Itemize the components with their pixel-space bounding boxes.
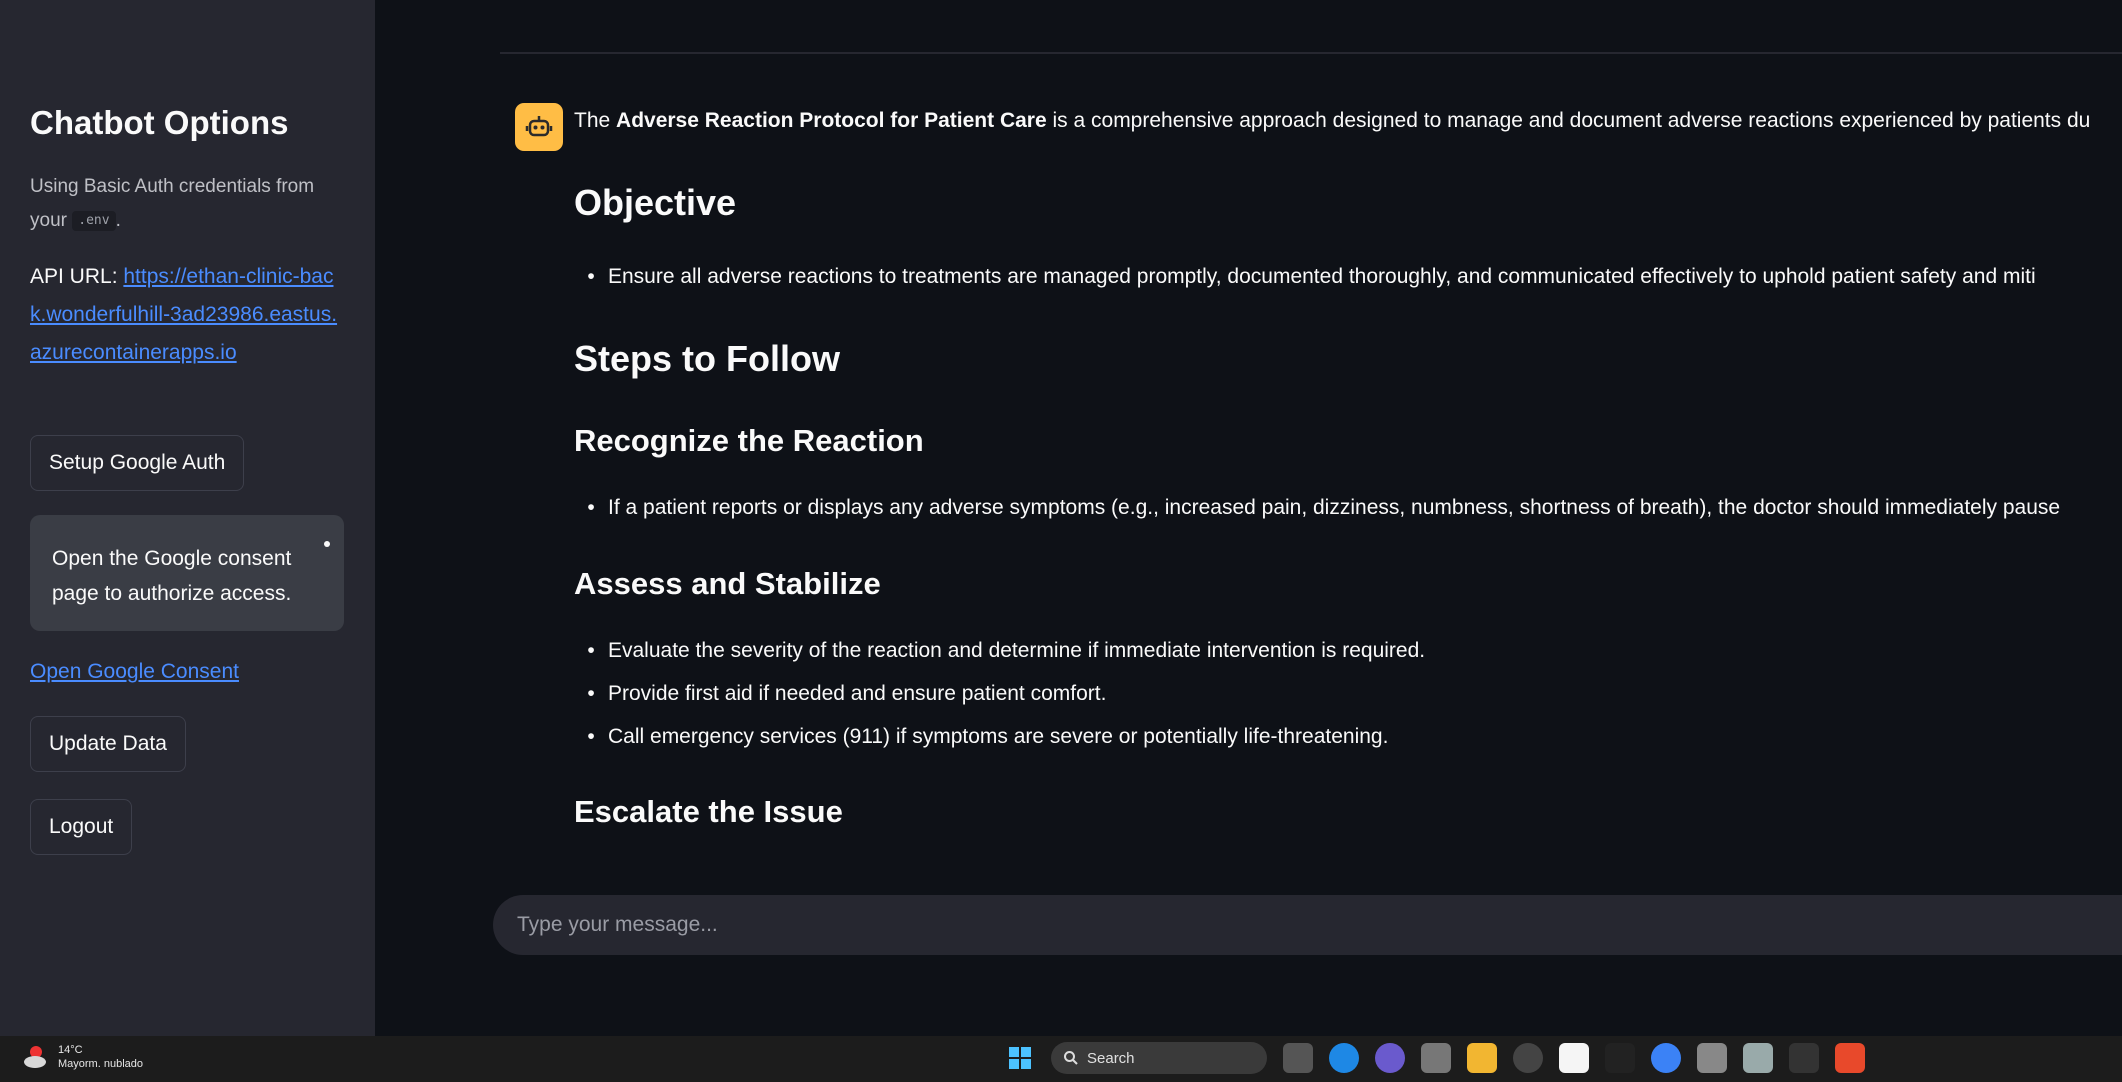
heading-assess: Assess and Stabilize xyxy=(574,566,881,601)
app-icon[interactable] xyxy=(1375,1043,1405,1073)
heading-steps: Steps to Follow xyxy=(574,338,840,379)
list-item: Call emergency services (911) if symptom… xyxy=(574,725,1388,749)
env-code: .env xyxy=(72,210,116,231)
setup-google-auth-button[interactable]: Setup Google Auth xyxy=(30,435,245,491)
weather-desc: Mayorm. nublado xyxy=(58,1058,143,1070)
edge-browser-icon[interactable] xyxy=(1329,1043,1359,1073)
google-consent-info: Open the Google consent page to authoriz… xyxy=(30,515,344,631)
message-intro: The Adverse Reaction Protocol for Patien… xyxy=(574,100,2122,142)
weather-widget[interactable]: 14°C Mayorm. nublado xyxy=(22,1042,143,1072)
app-icon[interactable] xyxy=(1421,1043,1451,1073)
heading-recognize: Recognize the Reaction xyxy=(574,423,924,458)
auth-note: Using Basic Auth credentials from your .… xyxy=(30,170,330,238)
file-explorer-icon[interactable] xyxy=(1467,1043,1497,1073)
list-item: Evaluate the severity of the reaction an… xyxy=(574,639,1425,663)
update-data-button[interactable]: Update Data xyxy=(30,716,186,772)
info-text: Open the Google consent page to authoriz… xyxy=(52,547,292,605)
sidebar-title: Chatbot Options xyxy=(30,104,289,141)
weather-temp: 14°C xyxy=(58,1044,83,1056)
app-icon[interactable] xyxy=(1697,1043,1727,1073)
app-icon[interactable] xyxy=(1743,1043,1773,1073)
api-url-label: API URL: xyxy=(30,265,118,288)
assistant-message: The Adverse Reaction Protocol for Patien… xyxy=(574,100,2122,840)
chrome-icon[interactable] xyxy=(1513,1043,1543,1073)
sidebar: Chatbot Options Using Basic Auth credent… xyxy=(0,0,375,1036)
list-item: If a patient reports or displays any adv… xyxy=(574,496,2060,520)
taskbar-search[interactable]: Search xyxy=(1051,1042,1267,1074)
list-item: Ensure all adverse reactions to treatmen… xyxy=(574,265,2036,289)
header-divider xyxy=(500,52,2122,54)
search-icon xyxy=(1064,1051,1078,1065)
auth-note-suffix: . xyxy=(115,210,121,231)
app-icon[interactable] xyxy=(1789,1043,1819,1073)
open-google-consent-link[interactable]: Open Google Consent xyxy=(30,660,239,684)
weather-cloud-icon xyxy=(24,1046,46,1068)
chat-input[interactable]: Type your message... xyxy=(493,895,2122,955)
brave-browser-icon[interactable] xyxy=(1835,1043,1865,1073)
logout-button[interactable]: Logout xyxy=(30,799,133,855)
app-icon[interactable] xyxy=(1605,1043,1635,1073)
robot-icon xyxy=(525,116,553,137)
app-icon[interactable] xyxy=(1651,1043,1681,1073)
list-item: Provide first aid if needed and ensure p… xyxy=(574,682,1106,706)
cursor-dot xyxy=(324,541,330,547)
bot-avatar-icon xyxy=(515,103,563,151)
os-taskbar: 14°C Mayorm. nublado Search xyxy=(0,1036,2122,1082)
api-url-row: API URL: https://ethan-clinic-back.wonde… xyxy=(30,258,345,372)
task-view-icon[interactable] xyxy=(1283,1043,1313,1073)
heading-escalate: Escalate the Issue xyxy=(574,794,843,829)
intro-prefix: The xyxy=(574,109,611,132)
weather-text: 14°C Mayorm. nublado xyxy=(58,1043,143,1071)
heading-objective: Objective xyxy=(574,182,737,223)
taskbar-apps: Search xyxy=(1005,1042,1865,1074)
windows-start-icon[interactable] xyxy=(1005,1043,1035,1073)
office-icon[interactable] xyxy=(1559,1043,1589,1073)
intro-bold: Adverse Reaction Protocol for Patient Ca… xyxy=(616,109,1047,132)
intro-suffix: is a comprehensive approach designed to … xyxy=(1052,109,2091,132)
search-label: Search xyxy=(1087,1049,1135,1067)
